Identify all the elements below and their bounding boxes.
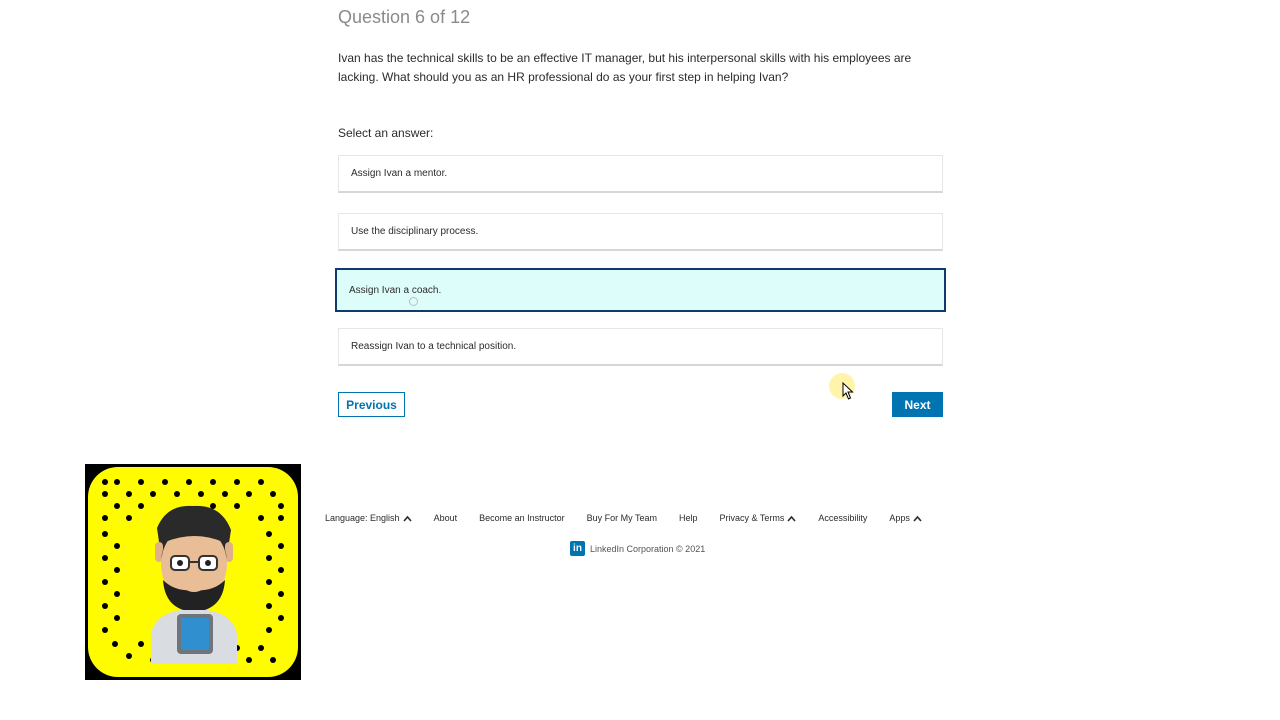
- footer-link-language[interactable]: Language: English: [325, 513, 412, 523]
- bitmoji-avatar: [151, 505, 237, 664]
- question-text: Ivan has the technical skills to be an e…: [338, 51, 912, 84]
- footer-copyright: in LinkedIn Corporation © 2021: [570, 541, 705, 556]
- footer-link-label: Privacy & Terms: [719, 513, 785, 523]
- footer-link-become-instructor[interactable]: Become an Instructor: [479, 513, 565, 523]
- footer-link-label: Become an Instructor: [479, 513, 565, 523]
- footer-link-label: Apps: [889, 513, 910, 523]
- snapcode-icon: [85, 464, 301, 680]
- answer-option-1[interactable]: Assign Ivan a mentor.: [338, 155, 943, 193]
- answer-label: Use the disciplinary process.: [351, 226, 479, 237]
- answer-option-2[interactable]: Use the disciplinary process.: [338, 213, 943, 251]
- copyright-text: LinkedIn Corporation © 2021: [590, 543, 706, 554]
- chevron-up-icon: [787, 515, 796, 522]
- footer-link-label: Accessibility: [818, 513, 868, 523]
- footer-link-privacy-terms[interactable]: Privacy & Terms: [720, 513, 797, 523]
- loading-spinner-icon: [409, 297, 418, 306]
- question-number: Question 6 of 12: [338, 7, 471, 27]
- answer-option-4[interactable]: Reassign Ivan to a technical position.: [338, 328, 943, 366]
- footer-link-help[interactable]: Help: [679, 513, 698, 523]
- pointer-cursor-icon: [842, 382, 854, 400]
- answer-label: Assign Ivan a mentor.: [351, 168, 448, 179]
- footer-link-label: Language: English: [325, 513, 400, 523]
- answer-prompt: Select an answer:: [338, 126, 434, 140]
- footer-link-about[interactable]: About: [434, 513, 458, 523]
- answer-label: Assign Ivan a coach.: [349, 284, 442, 296]
- next-button[interactable]: Next: [892, 392, 943, 417]
- answer-label: Reassign Ivan to a technical position.: [351, 341, 517, 352]
- footer-link-label: Buy For My Team: [586, 513, 657, 523]
- answer-option-3-selected[interactable]: Assign Ivan a coach.: [335, 268, 946, 312]
- footer-link-accessibility[interactable]: Accessibility: [818, 513, 867, 523]
- chevron-up-icon: [402, 515, 412, 522]
- footer-link-label: About: [433, 513, 458, 523]
- chevron-up-icon: [913, 515, 922, 522]
- footer-link-buy-for-team[interactable]: Buy For My Team: [587, 513, 657, 523]
- linkedin-logo-icon: in: [570, 541, 585, 556]
- footer-link-label: Help: [679, 513, 698, 523]
- footer-links: Language: English About Become an Instru…: [325, 513, 922, 523]
- footer-link-apps[interactable]: Apps: [889, 513, 922, 523]
- previous-button[interactable]: Previous: [338, 392, 405, 417]
